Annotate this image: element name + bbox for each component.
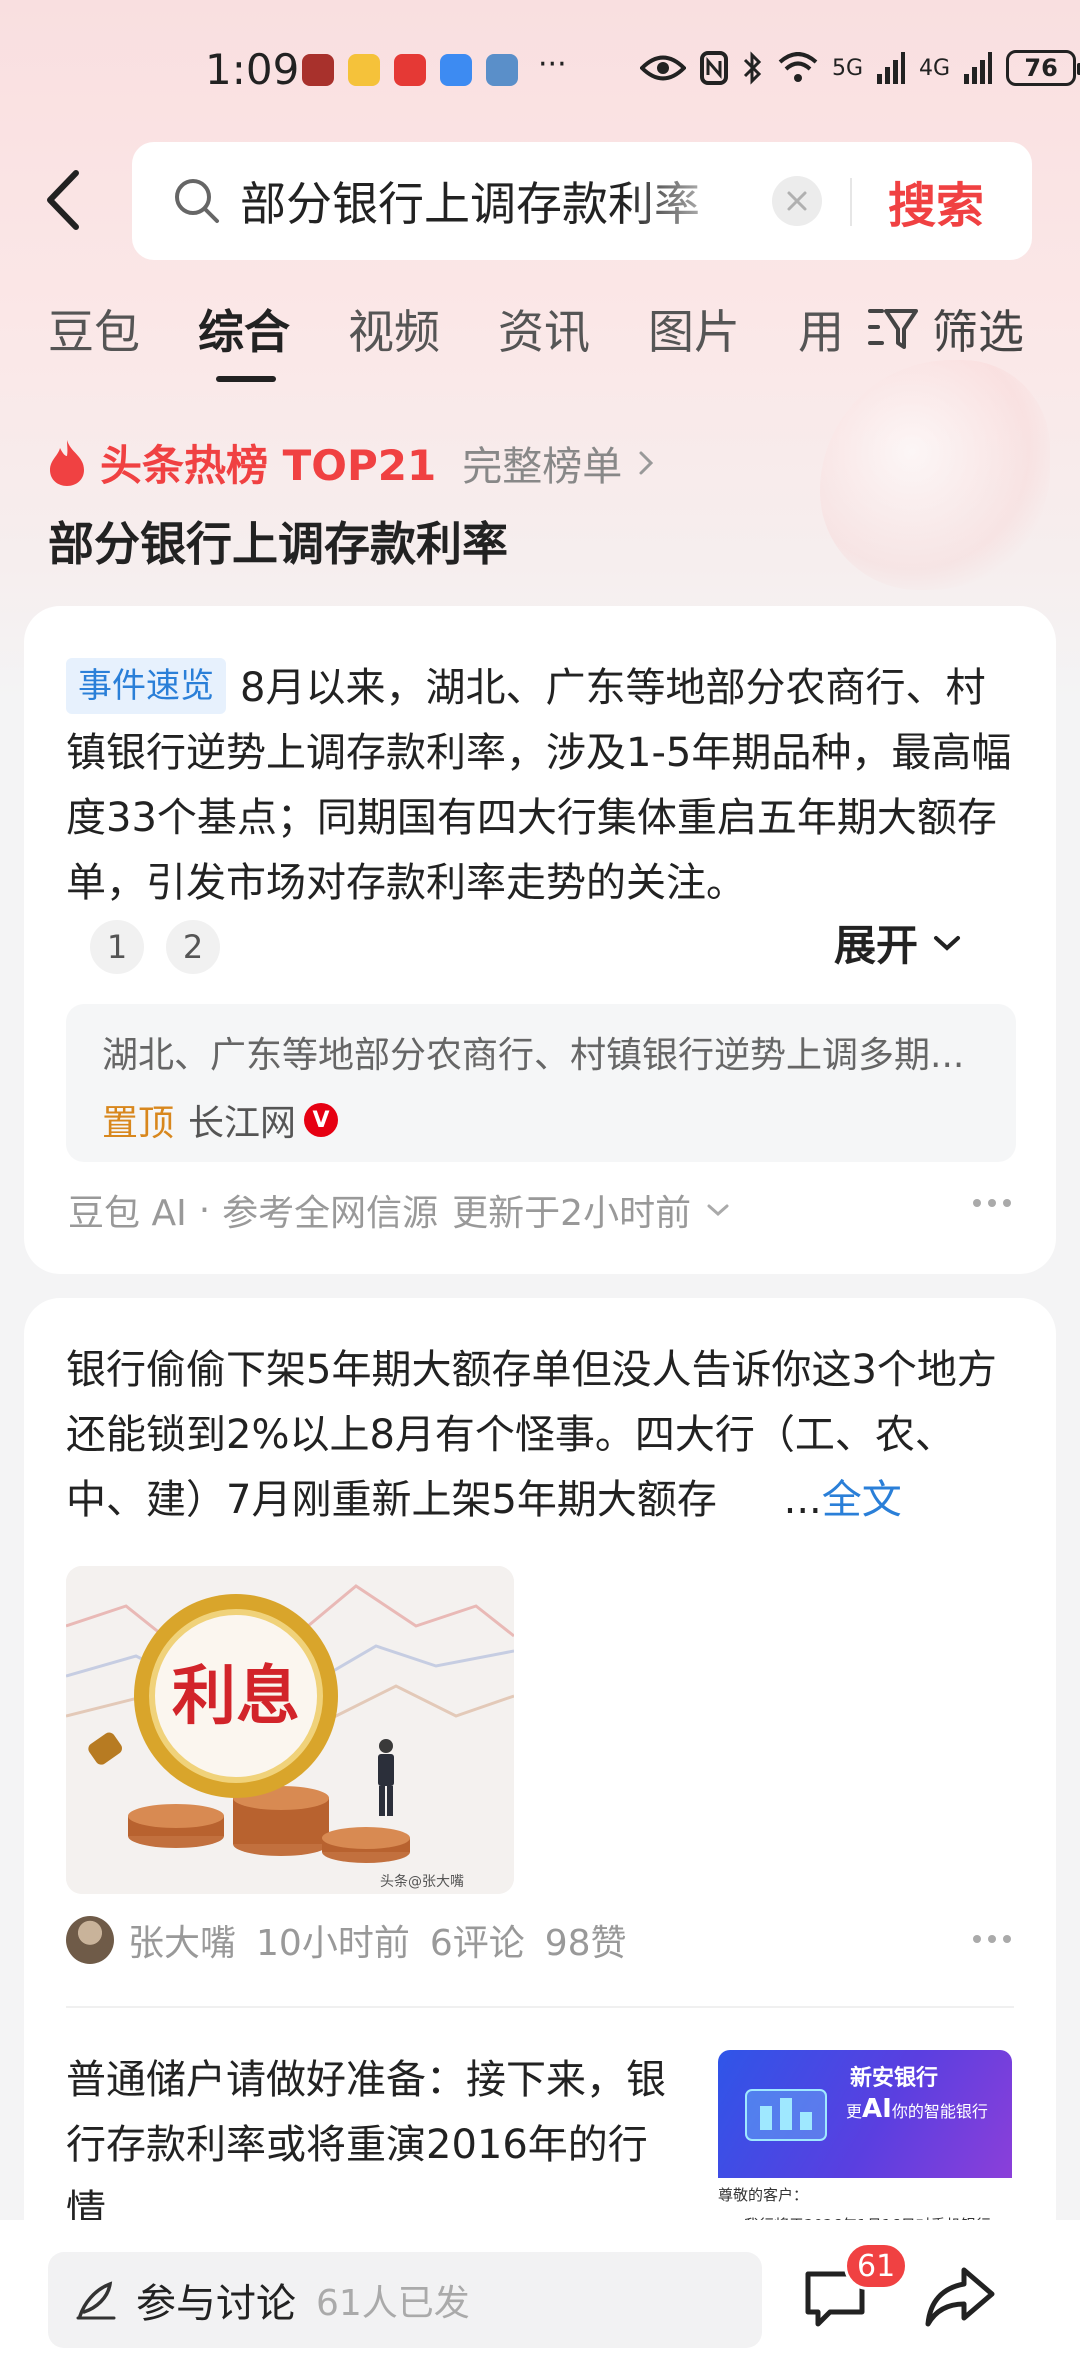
comment-count: 6评论 [429, 1923, 525, 1964]
reference-chip[interactable]: 2 [166, 920, 220, 974]
active-tab-indicator [216, 376, 276, 382]
chevron-down-icon[interactable] [705, 1201, 731, 1219]
event-summary-card: 事件速览 8月以来，湖北、广东等地部分农商行、村镇银行逆势上调存款利率，涉及1-5… [24, 606, 1056, 1274]
signal-icon [964, 52, 993, 84]
avatar[interactable] [66, 1916, 114, 1964]
divider [66, 2006, 1014, 2008]
summary-footer: 豆包 AI · 参考全网信源 更新于2小时前 [68, 1184, 731, 1236]
event-tag: 事件速览 [66, 658, 226, 714]
bluetooth-icon [743, 51, 762, 85]
discuss-label: 参与讨论 [136, 2281, 296, 2327]
cloud-icon [440, 54, 472, 86]
filter-button[interactable]: 筛选 [868, 296, 1024, 362]
signal-icon [877, 52, 906, 84]
article-image[interactable]: 利息 头条@张大嘴 [66, 1566, 514, 1894]
pen-icon [76, 2281, 116, 2320]
status-time: 1:09 [205, 45, 300, 94]
chevron-down-icon [934, 935, 961, 951]
more-icon[interactable] [972, 1934, 1012, 1944]
hot-rank-row[interactable]: 头条热榜 TOP21 完整榜单 [46, 432, 656, 493]
chevron-right-icon [639, 451, 654, 474]
search-divider [850, 178, 852, 226]
eye-icon [640, 55, 686, 81]
filter-label: 筛选 [932, 305, 1024, 359]
footer-separator: · [198, 1189, 211, 1231]
articles-card: 银行偷偷下架5年期大额存单但没人告诉你这3个地方还能锁到2%以上8月有个怪事。四… [24, 1298, 1056, 2376]
full-list-link[interactable]: 完整榜单 [462, 434, 622, 492]
subtitle-prefix: 更 [846, 2102, 863, 2121]
publish-time: 10小时前 [256, 1923, 410, 1964]
comment-count-badge: 61 [844, 2242, 909, 2290]
pinned-source-meta: 置顶 长江网 V [102, 1094, 339, 1146]
bottom-bar: 参与讨论 61人已发 61 [0, 2220, 1080, 2376]
search-button[interactable]: 搜索 [888, 166, 984, 236]
hot-rank-label: 头条热榜 TOP21 [100, 441, 437, 490]
app-notification-icon [302, 54, 334, 86]
subtitle-ai: AI [862, 2094, 892, 2124]
discuss-count: 61人已发 [316, 2283, 470, 2324]
flame-icon [50, 439, 84, 486]
status-overflow: ··· [538, 47, 567, 82]
clear-button[interactable] [772, 176, 822, 226]
source-name: 长江网 [188, 1103, 297, 1144]
notification-icons [302, 54, 518, 86]
clear-icon [787, 191, 807, 211]
pinned-source-box[interactable]: 湖北、广东等地部分农商行、村镇银行逆势上调多期... 置顶 长江网 V [66, 1004, 1016, 1162]
status-indicators: 5G 4G 76 [640, 50, 1080, 86]
expand-button[interactable]: 展开 [834, 912, 962, 973]
pinned-label: 置顶 [102, 1103, 175, 1144]
like-count: 98赞 [544, 1923, 627, 1964]
network-5g: 5G [832, 55, 864, 81]
event-summary: 事件速览 8月以来，湖北、广东等地部分农商行、村镇银行逆势上调存款利率，涉及1-5… [66, 656, 1016, 916]
image-label: 利息 [172, 1660, 300, 1734]
article-meta: 张大嘴 10小时前 6评论 98赞 [66, 1914, 647, 1966]
fulltext-link[interactable]: 全文 [822, 1477, 902, 1523]
interest-image: 利息 头条@张大嘴 [66, 1566, 514, 1894]
thumbnail-title: 新安银行 [850, 2066, 939, 2091]
battery-indicator: 76 [1006, 50, 1080, 86]
thumbnail-subtitle: 更AI你的智能银行 [846, 2094, 988, 2124]
reference-chip[interactable]: 1 [90, 920, 144, 974]
thumbnail-greeting: 尊敬的客户： [718, 2186, 809, 2204]
search-input[interactable]: 部分银行上调存款利率 [240, 168, 710, 234]
app-notification-icon [486, 54, 518, 86]
share-icon[interactable] [924, 2264, 996, 2330]
author-name[interactable]: 张大嘴 [128, 1914, 236, 1966]
tab-video[interactable]: 视频 [348, 296, 440, 362]
filter-icon [868, 309, 918, 349]
search-box[interactable]: 部分银行上调存款利率 搜索 [132, 142, 1032, 260]
reference-note: 参考全网信源 [222, 1193, 439, 1234]
topic-title: 部分银行上调存款利率 [48, 517, 508, 571]
tab-users[interactable]: 用 [798, 296, 844, 362]
more-icon[interactable] [972, 1198, 1012, 1208]
network-4g: 4G [919, 55, 951, 81]
expand-label: 展开 [834, 921, 919, 970]
ellipsis: ... [783, 1477, 822, 1523]
thumbnail-banner: 新安银行 更AI你的智能银行 [718, 2050, 1012, 2178]
tab-images[interactable]: 图片 [648, 296, 740, 362]
tab-news[interactable]: 资讯 [498, 296, 590, 362]
ai-label: 豆包 AI [68, 1193, 187, 1234]
weibo-icon [348, 54, 380, 86]
bank-graphic-icon [745, 2089, 827, 2141]
search-icon [175, 179, 219, 223]
pinned-source-text: 湖北、广东等地部分农商行、村镇银行逆势上调多期... [102, 1035, 965, 1076]
subtitle-suffix: 你的智能银行 [891, 2102, 988, 2121]
wifi-icon [778, 52, 818, 82]
article-title[interactable]: 普通储户请做好准备：接下来，银行存款利率或将重演2016年的行情 [66, 2048, 676, 2243]
category-tabs: 豆包 综合 视频 资讯 图片 用 筛选 [0, 296, 1080, 386]
tab-comprehensive[interactable]: 综合 [198, 296, 290, 362]
discussion-input[interactable]: 参与讨论 61人已发 [48, 2252, 762, 2348]
back-button[interactable] [40, 165, 90, 235]
verified-icon: V [304, 1103, 339, 1137]
tab-doubao[interactable]: 豆包 [48, 296, 140, 362]
image-watermark: 头条@张大嘴 [380, 1873, 464, 1890]
status-bar: 1:09 ··· 5G 4G 76 [0, 40, 1080, 100]
article-text[interactable]: 银行偷偷下架5年期大额存单但没人告诉你这3个地方还能锁到2%以上8月有个怪事。四… [66, 1338, 1026, 1533]
updated-time[interactable]: 更新于2小时前 [452, 1184, 691, 1236]
app-notification-icon [394, 54, 426, 86]
back-icon [47, 170, 79, 230]
nfc-icon [700, 51, 728, 85]
